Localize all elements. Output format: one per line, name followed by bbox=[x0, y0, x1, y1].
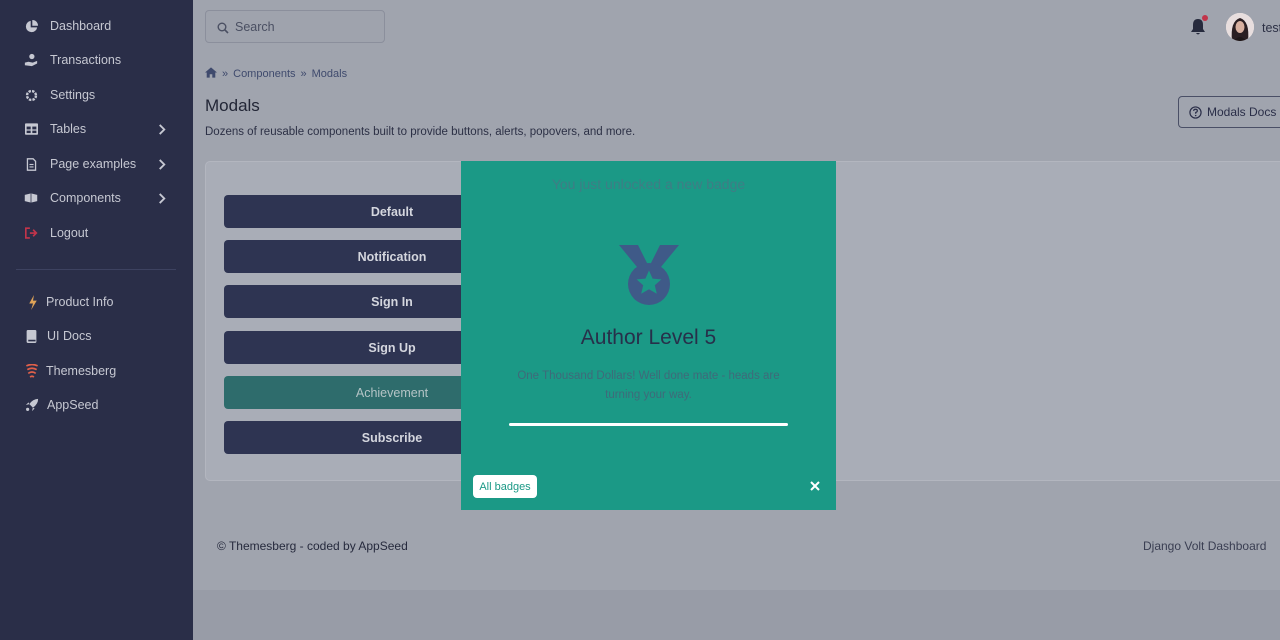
box-open-icon bbox=[24, 191, 38, 205]
bolt-icon bbox=[26, 294, 40, 310]
question-circle-icon bbox=[1189, 106, 1202, 119]
home-icon[interactable] bbox=[205, 67, 217, 81]
sidebar-item-label: Product Info bbox=[46, 295, 114, 309]
sidebar-item-label: Components bbox=[50, 191, 121, 205]
sidebar-item-label: Logout bbox=[50, 226, 89, 240]
book-icon bbox=[24, 329, 38, 343]
sidebar-item-tables[interactable]: Tables bbox=[0, 114, 193, 144]
sidebar-item-transactions[interactable]: Transactions bbox=[0, 45, 193, 75]
rocket-icon bbox=[25, 398, 39, 412]
sidebar-item-label: Page examples bbox=[50, 157, 137, 171]
close-icon[interactable] bbox=[807, 478, 823, 494]
search-box[interactable] bbox=[205, 10, 385, 43]
breadcrumb-item-components[interactable]: Components bbox=[233, 68, 295, 80]
chevron-right-icon bbox=[156, 158, 168, 170]
modals-docs-label: Modals Docs bbox=[1207, 105, 1277, 119]
achievement-modal: You just unlocked a new badge Author Lev… bbox=[461, 161, 836, 510]
sidebar-item-label: Transactions bbox=[50, 53, 122, 67]
chevron-right-icon bbox=[156, 123, 168, 135]
search-input[interactable] bbox=[235, 17, 375, 37]
sidebar-item-themesberg[interactable]: Themesberg bbox=[0, 356, 193, 386]
sidebar-item-label: UI Docs bbox=[47, 329, 92, 343]
modals-docs-button[interactable]: Modals Docs bbox=[1178, 96, 1280, 128]
page-subtitle: Dozens of reusable components built to p… bbox=[205, 126, 636, 138]
footer-copyright: © Themesberg - coded by AppSeed bbox=[217, 539, 408, 553]
notification-dot bbox=[1202, 15, 1208, 21]
sidebar-item-label: Settings bbox=[50, 88, 96, 102]
medal-icon bbox=[618, 245, 680, 307]
sidebar-item-dashboard[interactable]: Dashboard bbox=[0, 11, 193, 41]
themesberg-logo-icon bbox=[25, 363, 39, 378]
sidebar-item-label: Themesberg bbox=[46, 364, 117, 378]
sidebar-item-components[interactable]: Components bbox=[0, 183, 193, 213]
chevron-right-icon bbox=[156, 192, 168, 204]
breadcrumb-item-modals: Modals bbox=[311, 68, 348, 80]
breadcrumb-separator: » bbox=[300, 68, 307, 80]
user-name[interactable]: test bbox=[1262, 21, 1280, 35]
modal-top-text: You just unlocked a new badge bbox=[551, 176, 746, 192]
avatar[interactable] bbox=[1226, 13, 1254, 41]
sidebar-item-page-examples[interactable]: Page examples bbox=[0, 149, 193, 179]
breadcrumb-separator: » bbox=[222, 68, 229, 80]
chart-pie-icon bbox=[24, 19, 38, 33]
footer-product-link[interactable]: Django Volt Dashboard bbox=[1143, 539, 1266, 553]
progress-bar bbox=[509, 423, 788, 426]
search-icon bbox=[217, 21, 229, 34]
breadcrumb: » Components » Modals bbox=[205, 67, 347, 81]
sidebar-item-appseed[interactable]: AppSeed bbox=[0, 390, 193, 420]
sidebar-item-label: Tables bbox=[50, 122, 87, 136]
sidebar-item-ui-docs[interactable]: UI Docs bbox=[0, 321, 193, 351]
sidebar-divider bbox=[16, 269, 176, 270]
page-title: Modals bbox=[205, 96, 260, 115]
modal-text: One Thousand Dollars! Well done mate - h… bbox=[517, 370, 780, 401]
sidebar-item-settings[interactable]: Settings bbox=[0, 80, 193, 110]
sidebar-item-label: AppSeed bbox=[47, 398, 99, 412]
main-bottom-area bbox=[193, 590, 1280, 640]
all-badges-button[interactable]: All badges bbox=[473, 475, 537, 498]
hand-holding-usd-icon bbox=[24, 53, 38, 67]
sidebar: Dashboard Transactions Settings Tables P… bbox=[0, 0, 193, 640]
sidebar-item-logout[interactable]: Logout bbox=[0, 218, 193, 248]
table-icon bbox=[24, 122, 38, 136]
sidebar-item-product-info[interactable]: Product Info bbox=[0, 287, 193, 317]
sidebar-item-label: Dashboard bbox=[50, 19, 112, 33]
progress-fill bbox=[509, 423, 788, 426]
file-icon bbox=[24, 157, 38, 171]
cog-icon bbox=[24, 88, 38, 102]
modal-heading: Author Level 5 bbox=[580, 326, 717, 349]
sign-out-icon bbox=[24, 226, 38, 240]
